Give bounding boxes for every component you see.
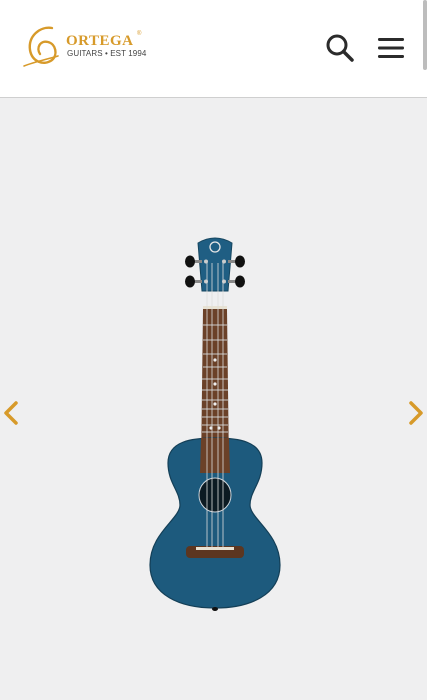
hamburger-menu-icon bbox=[378, 38, 404, 58]
product-image-ukulele[interactable] bbox=[140, 233, 290, 618]
chevron-right-icon bbox=[409, 401, 423, 425]
ukulele-illustration bbox=[149, 237, 281, 611]
menu-button[interactable] bbox=[376, 35, 406, 61]
product-gallery bbox=[0, 98, 427, 700]
search-button[interactable] bbox=[325, 33, 355, 63]
chevron-left-icon bbox=[4, 401, 18, 425]
ortega-logo-mark bbox=[23, 26, 59, 67]
search-icon bbox=[326, 34, 354, 62]
logo-tagline: GUITARS • EST 1994 bbox=[67, 49, 147, 58]
gallery-prev-button[interactable] bbox=[0, 398, 24, 428]
page-scrollbar[interactable] bbox=[423, 0, 427, 70]
ortega-logo[interactable]: ORTEGA ® GUITARS • EST 1994 bbox=[22, 22, 152, 72]
logo-wordmark: ORTEGA bbox=[66, 33, 134, 49]
gallery-next-button[interactable] bbox=[403, 398, 427, 428]
logo-registered-mark: ® bbox=[137, 31, 142, 37]
site-header: ORTEGA ® GUITARS • EST 1994 bbox=[0, 0, 427, 98]
